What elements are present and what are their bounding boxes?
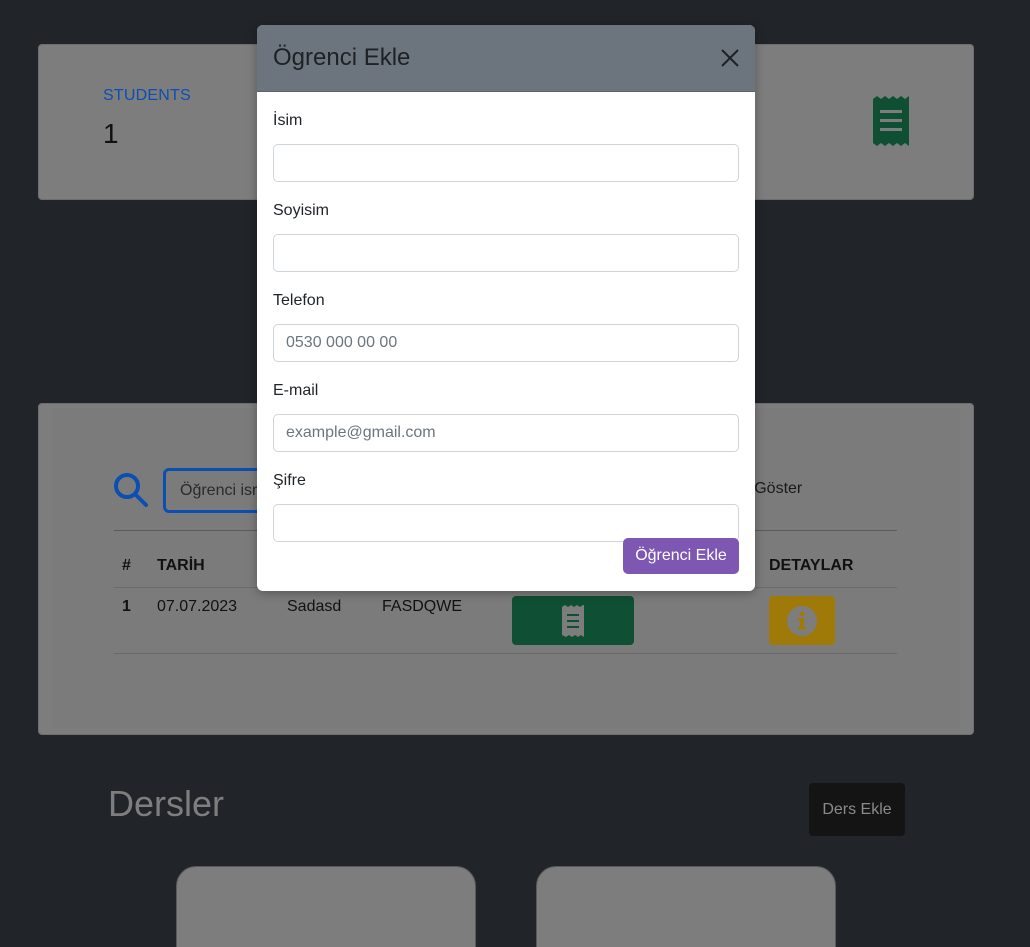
last-name-label: Soyisim <box>273 202 330 219</box>
close-icon[interactable] <box>719 47 741 69</box>
stat-value: 1 <box>103 118 119 149</box>
email-input[interactable] <box>273 414 739 452</box>
cell-first-name: Sadasd <box>287 598 342 615</box>
stat-label: STUDENTS <box>103 87 191 104</box>
modal-header: Ögrenci Ekle <box>257 25 755 92</box>
receipt-icon <box>562 604 584 637</box>
row-divider <box>114 653 897 654</box>
phone-label: Telefon <box>273 292 325 309</box>
email-label: E-mail <box>273 382 319 399</box>
course-card[interactable] <box>536 866 836 947</box>
add-student-modal: Ögrenci Ekle İsim Soyisim Telefon E-mail… <box>257 25 755 591</box>
search-icon <box>114 473 148 507</box>
modal-title: Ögrenci Ekle <box>273 44 411 71</box>
password-input[interactable] <box>273 504 739 542</box>
col-header-details: DETAYLAR <box>769 557 854 574</box>
col-header-date: TARİH <box>157 557 205 574</box>
details-button[interactable] <box>769 596 835 645</box>
receipt-icon <box>873 96 909 146</box>
last-name-input[interactable] <box>273 234 739 272</box>
col-header-number: # <box>122 557 131 574</box>
cell-number: 1 <box>122 598 131 615</box>
phone-input[interactable] <box>273 324 739 362</box>
info-icon <box>787 605 817 636</box>
first-name-label: İsim <box>273 112 303 129</box>
courses-title: Dersler <box>108 783 225 824</box>
page: STUDENTS 1 Öğrenci isr rı Göster # TARİH… <box>0 0 1030 947</box>
add-course-button[interactable]: Ders Ekle <box>809 783 905 836</box>
cell-date: 07.07.2023 <box>157 598 238 615</box>
receipt-button[interactable] <box>512 596 634 645</box>
add-student-button[interactable]: Öğrenci Ekle <box>623 538 739 574</box>
password-label: Şifre <box>273 472 306 489</box>
cell-last-name: FASDQWE <box>382 598 463 615</box>
course-card[interactable] <box>176 866 476 947</box>
first-name-input[interactable] <box>273 144 739 182</box>
modal-body: İsim Soyisim Telefon E-mail Şifre <box>257 111 755 542</box>
